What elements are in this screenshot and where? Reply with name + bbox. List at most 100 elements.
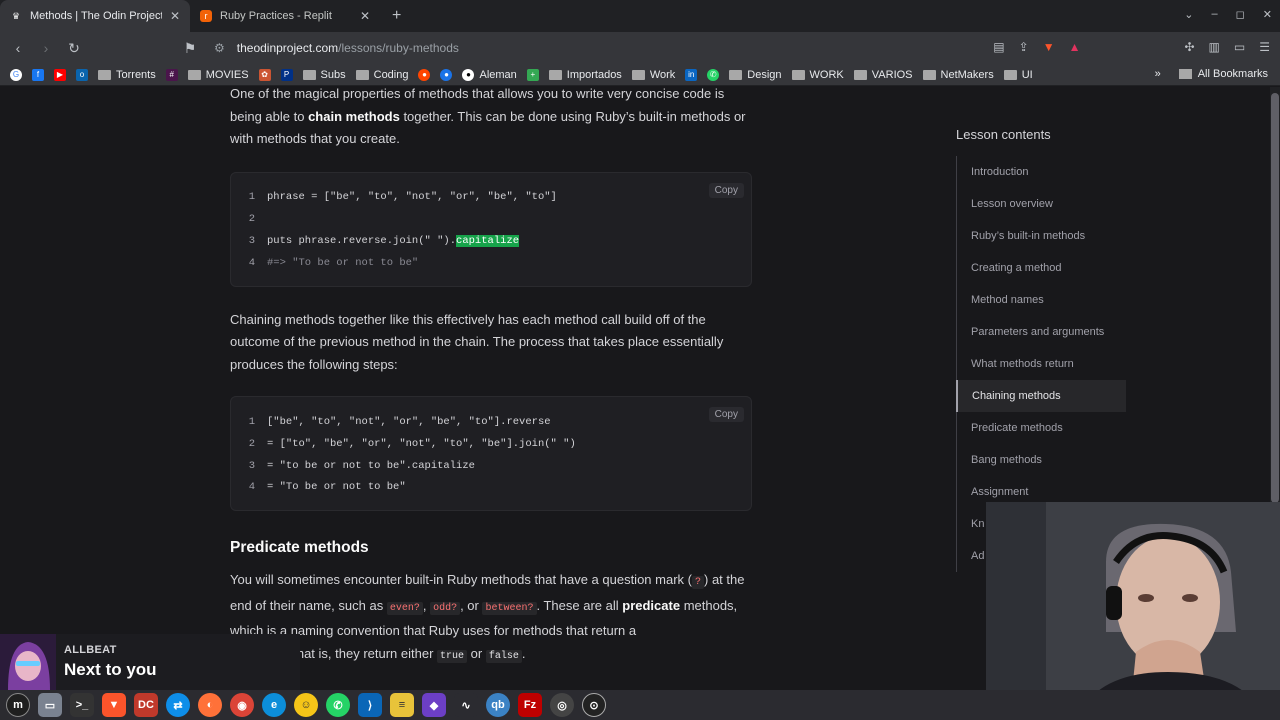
bookmark-folder[interactable]: Importados	[548, 69, 622, 81]
folder-icon	[791, 69, 805, 80]
toc-item-chaining-methods[interactable]: Chaining methods	[956, 380, 1126, 412]
torrent-icon[interactable]: ✿	[258, 68, 271, 81]
toc-item-builtin-methods[interactable]: Ruby’s built-in methods	[957, 220, 1126, 252]
track-artist: ALLBEAT	[64, 644, 117, 656]
chrome-icon[interactable]: ◉	[230, 693, 254, 717]
close-tab-icon[interactable]: ✕	[360, 9, 370, 23]
firefox-icon[interactable]: ◐	[198, 693, 222, 717]
line-number: 4	[248, 481, 255, 494]
copy-button[interactable]: Copy	[708, 182, 744, 198]
window-controls: ⌄ – ◻ ✕	[1184, 8, 1272, 21]
reader-mode-icon[interactable]: ▤	[993, 40, 1004, 54]
more-bookmarks-icon[interactable]: »	[1155, 68, 1161, 80]
copy-button[interactable]: Copy	[708, 407, 744, 423]
folder-icon	[631, 69, 645, 80]
bookmark-folder[interactable]: MOVIES	[187, 69, 249, 81]
dc-icon[interactable]: DC	[134, 693, 158, 717]
code-text: phrase = ["be", "to", "not", "or", "be",…	[267, 191, 557, 204]
bookmark-folder[interactable]: UI	[1003, 69, 1033, 81]
system-monitor-icon[interactable]: ∿	[454, 693, 478, 717]
close-window-icon[interactable]: ✕	[1263, 8, 1272, 21]
teamviewer-icon[interactable]: ⇄	[166, 693, 190, 717]
reddit-icon[interactable]: ●	[418, 68, 431, 81]
album-art-image	[0, 634, 56, 690]
back-icon[interactable]: ‹	[4, 40, 32, 56]
toc-item-what-methods-return[interactable]: What methods return	[957, 348, 1126, 380]
qbittorrent-icon[interactable]: qb	[486, 693, 510, 717]
notes-icon[interactable]: ≡	[390, 693, 414, 717]
toc-item-predicate-methods[interactable]: Predicate methods	[957, 412, 1126, 444]
bookmark-folder[interactable]: NetMakers	[922, 69, 994, 81]
tab-search-icon[interactable]: ⌄	[1184, 8, 1193, 21]
toc-item-bang-methods[interactable]: Bang methods	[957, 444, 1126, 476]
emoji-icon[interactable]: ☺	[294, 693, 318, 717]
os-taskbar: m ▭ >_ ▼ DC ⇄ ◐ ◉ e ☺ ✆ ⟩ ≡ ◆ ∿ qb Fz ◎ …	[0, 690, 1280, 720]
close-tab-icon[interactable]: ✕	[170, 9, 180, 23]
maximize-icon[interactable]: ◻	[1236, 8, 1245, 21]
slack-icon[interactable]: #	[165, 68, 178, 81]
code-text: ["be", "to", "not", "or", "be", "to"].re…	[267, 416, 551, 429]
bookmark-folder[interactable]: Work	[631, 69, 675, 81]
brave-browser-icon[interactable]: ▼	[102, 693, 126, 717]
bookmark-folder[interactable]: Torrents	[98, 69, 156, 81]
bold-text: predicate	[622, 597, 681, 613]
tab-replit[interactable]: r Ruby Practices - Replit ✕	[190, 0, 380, 32]
minimize-icon[interactable]: –	[1212, 8, 1218, 21]
obsidian-icon[interactable]: ◆	[422, 693, 446, 717]
inline-code: odd?	[430, 601, 461, 615]
address-bar[interactable]: ⚙ theodinproject.com/lessons/ruby-method…	[214, 34, 1114, 62]
bookmark-folder[interactable]: VARIOS	[853, 69, 913, 81]
share-icon[interactable]: ⇪	[1019, 40, 1029, 54]
menu-icon[interactable]: ☰	[1259, 40, 1270, 54]
brave-rewards-icon[interactable]: ▲	[1069, 40, 1081, 54]
line-number: 4	[248, 256, 255, 269]
extensions-icon[interactable]: ✣	[1184, 40, 1194, 54]
sidebar-icon[interactable]: ▥	[1209, 40, 1220, 54]
bookmark-folder[interactable]: Subs	[302, 69, 346, 81]
bookmark-folder[interactable]: Coding	[355, 69, 408, 81]
filezilla-icon[interactable]: Fz	[518, 693, 542, 717]
sheets-icon[interactable]: +	[526, 68, 539, 81]
toc-item-creating-method[interactable]: Creating a method	[957, 252, 1126, 284]
scrollbar-thumb[interactable]	[1271, 93, 1279, 503]
tab-odin-methods[interactable]: ♛ Methods | The Odin Project ✕	[0, 0, 190, 32]
files-icon[interactable]: ▭	[38, 693, 62, 717]
terminal-icon[interactable]: >_	[70, 693, 94, 717]
track-title: Next to you	[64, 660, 157, 679]
outlook-icon[interactable]: o	[76, 68, 88, 81]
toc-item-introduction[interactable]: Introduction	[957, 156, 1126, 188]
vscode-icon[interactable]: ⟩	[358, 693, 382, 717]
obs-icon[interactable]: ◎	[550, 693, 574, 717]
code-line: 1 phrase = ["be", "to", "not", "or", "be"…	[231, 187, 751, 209]
new-tab-button[interactable]: +	[380, 0, 413, 32]
steam-icon[interactable]: ⊙	[582, 693, 606, 717]
toc-item-parameters[interactable]: Parameters and arguments	[957, 316, 1126, 348]
paypal-icon[interactable]: P	[280, 68, 293, 81]
code-text: = "to be or not to be".capitalize	[267, 459, 475, 472]
all-bookmarks[interactable]: » All Bookmarks	[1146, 68, 1268, 80]
bookmark-folder[interactable]: Design	[729, 69, 782, 81]
line-number: 3	[248, 459, 255, 472]
youtube-icon[interactable]: ▶	[54, 68, 66, 81]
google-icon[interactable]: G	[10, 68, 22, 81]
edge-icon[interactable]: e	[262, 693, 286, 717]
forward-icon[interactable]: ›	[32, 40, 60, 56]
mint-menu-icon[interactable]: m	[6, 693, 30, 717]
reload-icon[interactable]: ↻	[60, 40, 88, 57]
site-info-icon[interactable]: ⚙	[214, 41, 225, 55]
whatsapp-icon[interactable]: ✆	[707, 68, 720, 81]
replit-favicon-icon: r	[200, 10, 212, 22]
linkedin-icon[interactable]: in	[685, 68, 698, 81]
brave-shields-icon[interactable]: ▼	[1043, 40, 1055, 54]
toc-item-lesson-overview[interactable]: Lesson overview	[957, 188, 1126, 220]
facebook-icon[interactable]: f	[32, 68, 44, 81]
wallet-icon[interactable]: ▭	[1234, 40, 1245, 54]
bookmark-folder[interactable]: WORK	[791, 69, 844, 81]
drop-icon[interactable]: ●	[440, 68, 453, 81]
bookmark-aleman[interactable]: ● Aleman	[462, 68, 517, 81]
folder-icon	[98, 69, 111, 80]
bookmark-icon[interactable]: ⚑	[176, 40, 204, 57]
whatsapp-app-icon[interactable]: ✆	[326, 693, 350, 717]
lesson-article: One of the magical properties of methods…	[230, 87, 752, 668]
toc-item-method-names[interactable]: Method names	[957, 284, 1126, 316]
